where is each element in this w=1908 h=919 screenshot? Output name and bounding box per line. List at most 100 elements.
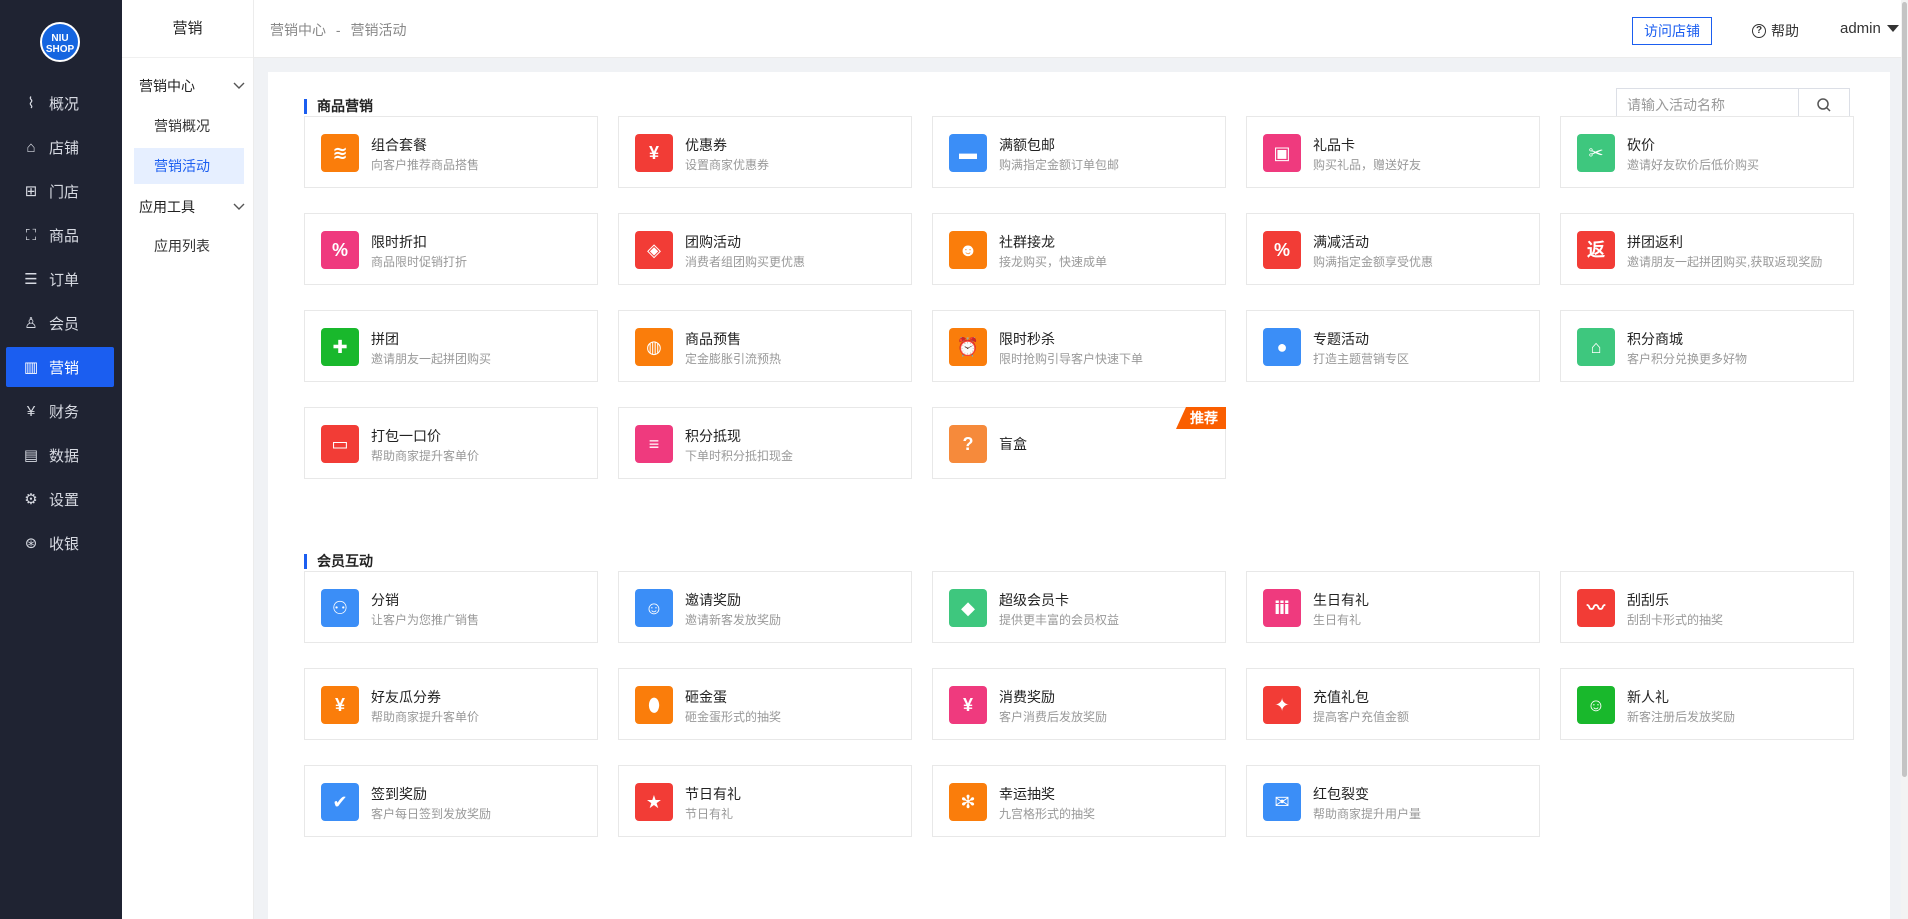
activity-card-desc: 客户每日签到发放奖励 xyxy=(371,807,492,821)
activity-card-title: 拼团返利 xyxy=(1627,234,1683,250)
nav-item-2[interactable]: ⊞ 门店 xyxy=(6,171,114,211)
activity-card[interactable]: ✦ 充值礼包 提高客户充值金额 xyxy=(1246,668,1540,740)
activity-card[interactable]: ¥ 优惠券 设置商家优惠券 xyxy=(618,116,912,188)
activity-card-desc: 新客注册后发放奖励 xyxy=(1627,710,1736,724)
breadcrumb-separator: - xyxy=(335,22,341,38)
invite-icon: ☺ xyxy=(635,589,673,627)
nav-item-label: 订单 xyxy=(49,271,80,289)
activity-card-desc: 让客户为您推广销售 xyxy=(371,613,480,627)
activity-card[interactable]: ⌂ 积分商城 客户积分兑换更多好物 xyxy=(1560,310,1854,382)
activity-card-title: 限时秒杀 xyxy=(999,331,1055,347)
activity-card[interactable]: ☺ 新人礼 新客注册后发放奖励 xyxy=(1560,668,1854,740)
question-circle-icon: ? xyxy=(1752,24,1766,38)
nav-item-3[interactable]: ⛶ 商品 xyxy=(6,215,114,255)
nav-item-label: 数据 xyxy=(49,447,80,465)
bulb-icon: ● xyxy=(1263,328,1301,366)
nav-item-8[interactable]: ▤ 数据 xyxy=(6,435,114,475)
nav-item-4[interactable]: ☰ 订单 xyxy=(6,259,114,299)
activity-card-desc: 消费者组团购买更优惠 xyxy=(685,255,806,269)
help-link[interactable]: ? 帮助 xyxy=(1752,21,1799,41)
activity-card[interactable]: ★ 节日有礼 节日有礼 xyxy=(618,765,912,837)
activity-card[interactable]: % 限时折扣 商品限时促销打折 xyxy=(304,213,598,285)
scrollbar-thumb[interactable] xyxy=(1902,2,1907,777)
logo-line2: SHOP xyxy=(45,44,75,55)
sidebar-link-marketing-activities[interactable]: 营销活动 xyxy=(134,148,244,184)
activity-card-title: 节日有礼 xyxy=(685,786,741,802)
nav-item-0[interactable]: ⌇ 概况 xyxy=(6,83,114,123)
activity-card-title: 拼团 xyxy=(371,331,399,347)
activity-card[interactable]: ¥ 消费奖励 客户消费后发放奖励 xyxy=(932,668,1226,740)
activity-card[interactable]: ▭ 打包一口价 帮助商家提升客单价 xyxy=(304,407,598,479)
nav-item-10[interactable]: ⊛ 收银 xyxy=(6,523,114,563)
activity-card[interactable]: ◆ 超级会员卡 提供更丰富的会员权益 xyxy=(932,571,1226,643)
user-icon: ♙ xyxy=(24,315,38,332)
nav-item-1[interactable]: ⌂ 店铺 xyxy=(6,127,114,167)
activity-card[interactable]: ◈ 团购活动 消费者组团购买更优惠 xyxy=(618,213,912,285)
nav-item-label: 财务 xyxy=(49,403,80,421)
chevron-down-icon xyxy=(233,203,245,210)
truck-icon: ▬ xyxy=(949,134,987,172)
activity-card-desc: 定金膨胀引流预热 xyxy=(685,352,782,366)
activity-card[interactable]: ¥ 好友瓜分券 帮助商家提升客单价 xyxy=(304,668,598,740)
nav-item-5[interactable]: ♙ 会员 xyxy=(6,303,114,343)
activity-card[interactable]: ● 专题活动 打造主题营销专区 xyxy=(1246,310,1540,382)
activity-card[interactable]: 〰刮刮乐 刮刮卡形式的抽奖 xyxy=(1560,571,1854,643)
activity-card[interactable]: ▬ 满额包邮 购满指定金额订单包邮 xyxy=(932,116,1226,188)
coins-icon: ≡ xyxy=(635,425,673,463)
activity-card[interactable]: ≡ 积分抵现 下单时积分抵扣现金 xyxy=(618,407,912,479)
activity-card-title: 生日有礼 xyxy=(1313,592,1369,608)
activity-card-title: 满额包邮 xyxy=(999,137,1055,153)
activity-card[interactable]: ✚ 拼团 邀请朋友一起拼团购买 xyxy=(304,310,598,382)
activity-card[interactable]: ▣ 礼品卡 购买礼品，赠送好友 xyxy=(1246,116,1540,188)
sidebar-title: 营销 xyxy=(122,0,253,58)
search-icon xyxy=(1817,98,1831,112)
activity-card-title: 充值礼包 xyxy=(1313,689,1369,705)
activity-card[interactable]: ☺ 邀请奖励 邀请新客发放奖励 xyxy=(618,571,912,643)
chart-line-icon: ⌇ xyxy=(27,95,35,112)
sidebar-link-app-list[interactable]: 应用列表 xyxy=(134,228,244,264)
nav-item-label: 商品 xyxy=(49,227,80,245)
activity-card[interactable]: 返拼团返利 邀请朋友一起拼团购买,获取返现奖励 xyxy=(1560,213,1854,285)
order-list-icon: ☰ xyxy=(24,271,38,288)
activity-card-desc: 邀请朋友一起拼团购买 xyxy=(371,352,492,366)
wheel-icon: ✻ xyxy=(949,783,987,821)
bag-icon: ⛶ xyxy=(25,226,37,244)
percent-ticket-icon: % xyxy=(1263,231,1301,269)
activity-card-title: 幸运抽奖 xyxy=(999,786,1055,802)
activity-card[interactable]: ✔ 签到奖励 客户每日签到发放奖励 xyxy=(304,765,598,837)
nav-item-label: 营销 xyxy=(49,359,80,377)
recommend-badge: 推荐 xyxy=(1176,407,1226,429)
activity-card[interactable]: ✻ 幸运抽奖九宫格形式的抽奖 xyxy=(932,765,1226,837)
activity-card-title: 好友瓜分券 xyxy=(371,689,441,705)
blind-box-icon: ? xyxy=(949,425,987,463)
activity-card[interactable]: ⬮ 砸金蛋 砸金蛋形式的抽奖 xyxy=(618,668,912,740)
nav-item-7[interactable]: ¥ 财务 xyxy=(6,391,114,431)
sidebar-group-app-tools[interactable]: 应用工具 xyxy=(139,196,247,218)
activity-card[interactable]: ⚇ 分销 让客户为您推广销售 xyxy=(304,571,598,643)
nav-item-9[interactable]: ⚙ 设置 xyxy=(6,479,114,519)
activity-card-desc: 提高客户充值金额 xyxy=(1313,710,1410,724)
store-icon: ⌂ xyxy=(26,138,36,156)
activity-card[interactable]: ⅲ 生日有礼 生日有礼 xyxy=(1246,571,1540,643)
activity-card[interactable]: ⏰ 限时秒杀 限时抢购引导客户快速下单 xyxy=(932,310,1226,382)
activity-card-desc: 九宫格形式的抽奖 xyxy=(999,807,1096,821)
user-menu[interactable]: admin xyxy=(1840,20,1899,37)
activity-card[interactable]: ≋ 组合套餐 向客户推荐商品搭售 xyxy=(304,116,598,188)
visit-store-button[interactable]: 访问店铺 xyxy=(1632,17,1712,45)
caret-down-icon xyxy=(1886,25,1899,32)
activity-card[interactable]: ✉ 红包裂变 帮助商家提升用户量 xyxy=(1246,765,1540,837)
sidebar-group-marketing-center[interactable]: 营销中心 xyxy=(139,75,247,97)
activity-card[interactable]: % 满减活动 购满指定金额享受优惠 xyxy=(1246,213,1540,285)
breadcrumb-item[interactable]: 营销中心 xyxy=(270,22,326,38)
nav-item-6[interactable]: ▥ 营销 xyxy=(6,347,114,387)
activity-card[interactable]: ? 盲盒 推荐 xyxy=(932,407,1226,479)
sidebar-link-marketing-overview[interactable]: 营销概况 xyxy=(134,108,244,144)
niushop-logo[interactable]: NIU SHOP xyxy=(40,22,80,62)
activity-card[interactable]: ☻ 社群接龙 接龙购买，快速成单 xyxy=(932,213,1226,285)
activity-card[interactable]: ✂ 砍价 邀请好友砍价后低价购买 xyxy=(1560,116,1854,188)
page-scrollbar[interactable] xyxy=(1901,0,1908,919)
activity-card[interactable]: ◍ 商品预售 定金膨胀引流预热 xyxy=(618,310,912,382)
yen-icon: ¥ xyxy=(26,402,36,420)
activity-card-title: 团购活动 xyxy=(685,234,741,250)
activity-card-title: 超级会员卡 xyxy=(999,592,1069,608)
